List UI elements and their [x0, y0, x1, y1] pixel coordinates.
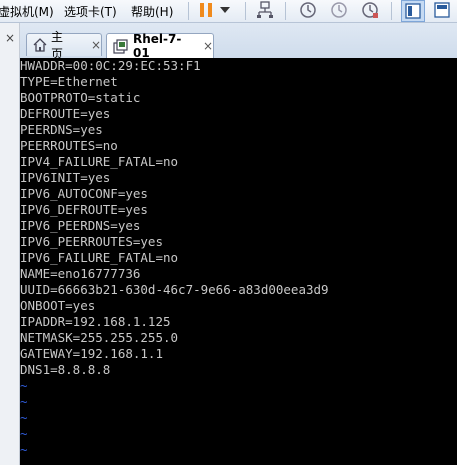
view-fullscreen-icon[interactable] — [430, 0, 454, 20]
toolbar-separator — [285, 2, 286, 20]
close-icon[interactable]: × — [91, 38, 101, 52]
vm-icon — [113, 38, 128, 54]
terminal-line: BOOTPROTO=static — [20, 90, 141, 105]
terminal-line: DEFROUTE=yes — [20, 106, 111, 121]
toolbar-separator — [245, 2, 246, 20]
menu-tabs[interactable]: 选项卡(T) — [64, 3, 117, 20]
vm-console-terminal[interactable]: HWADDR=00:0C:29:EC:53:F1 TYPE=Ethernet BOO… — [20, 58, 457, 465]
terminal-line: GATEWAY=192.168.1.1 — [20, 346, 163, 361]
terminal-line: HWADDR=00:0C:29:EC:53:F1 — [20, 58, 201, 73]
tab-bar: 主页 × Rhel-7-01 × — [20, 23, 457, 61]
pause-icon[interactable] — [196, 0, 216, 20]
menu-vm[interactable]: 虚拟机(M) — [0, 3, 54, 20]
network-icon[interactable] — [254, 0, 276, 20]
tab-home[interactable]: 主页 × — [26, 30, 102, 61]
terminal-line: IPV6_PEERROUTES=yes — [20, 234, 163, 249]
terminal-line: IPV6_AUTOCONF=yes — [20, 186, 148, 201]
terminal-line: ONBOOT=yes — [20, 298, 96, 313]
empty-line-marker: ~ — [20, 426, 28, 441]
close-icon[interactable]: × — [203, 39, 213, 53]
close-icon[interactable]: × — [5, 31, 15, 45]
view-console-icon[interactable] — [401, 0, 425, 22]
terminal-line: IPADDR=192.168.1.125 — [20, 314, 171, 329]
tab-rhel-label: Rhel-7-01 — [133, 32, 182, 60]
terminal-line: PEERROUTES=no — [20, 138, 118, 153]
terminal-line: PEERDNS=yes — [20, 122, 103, 137]
snapshot-take-icon[interactable] — [297, 0, 319, 20]
terminal-text: HWADDR=00:0C:29:EC:53:F1 TYPE=Ethernet BOO… — [20, 58, 457, 458]
terminal-line: NETMASK=255.255.255.0 — [20, 330, 179, 345]
terminal-line: IPV6_PEERDNS=yes — [20, 218, 141, 233]
empty-line-marker: ~ — [20, 442, 28, 457]
terminal-line: IPV6INIT=yes — [20, 170, 111, 185]
menu-bar: 虚拟机(M) 选项卡(T) 帮助(H) — [0, 0, 457, 23]
menu-help[interactable]: 帮助(H) — [131, 3, 173, 20]
home-icon — [33, 38, 47, 52]
dropdown-arrow-icon[interactable] — [218, 0, 232, 20]
terminal-line: IPV4_FAILURE_FATAL=no — [20, 154, 179, 169]
snapshot-manager-icon[interactable] — [359, 0, 381, 20]
empty-line-marker: ~ — [20, 410, 28, 425]
toolbar-separator — [391, 2, 392, 20]
terminal-line: UUID=66663b21-630d-46c7-9e66-a83d00eea3d… — [20, 282, 329, 297]
terminal-line: IPV6_FAILURE_FATAL=no — [20, 250, 179, 265]
snapshot-restore-icon[interactable] — [328, 0, 350, 20]
tab-home-label: 主页 — [51, 30, 64, 61]
empty-line-marker: ~ — [20, 378, 28, 393]
terminal-line: DNS1=8.8.8.8 — [20, 362, 111, 377]
terminal-line: IPV6_DEFROUTE=yes — [20, 202, 148, 217]
toolbar-separator — [188, 2, 189, 20]
terminal-line: TYPE=Ethernet — [20, 74, 118, 89]
library-panel-edge: × — [0, 23, 20, 465]
empty-line-marker: ~ — [20, 394, 28, 409]
tab-rhel-7-01[interactable]: Rhel-7-01 × — [106, 32, 214, 60]
terminal-line: NAME=eno16777736 — [20, 266, 141, 281]
